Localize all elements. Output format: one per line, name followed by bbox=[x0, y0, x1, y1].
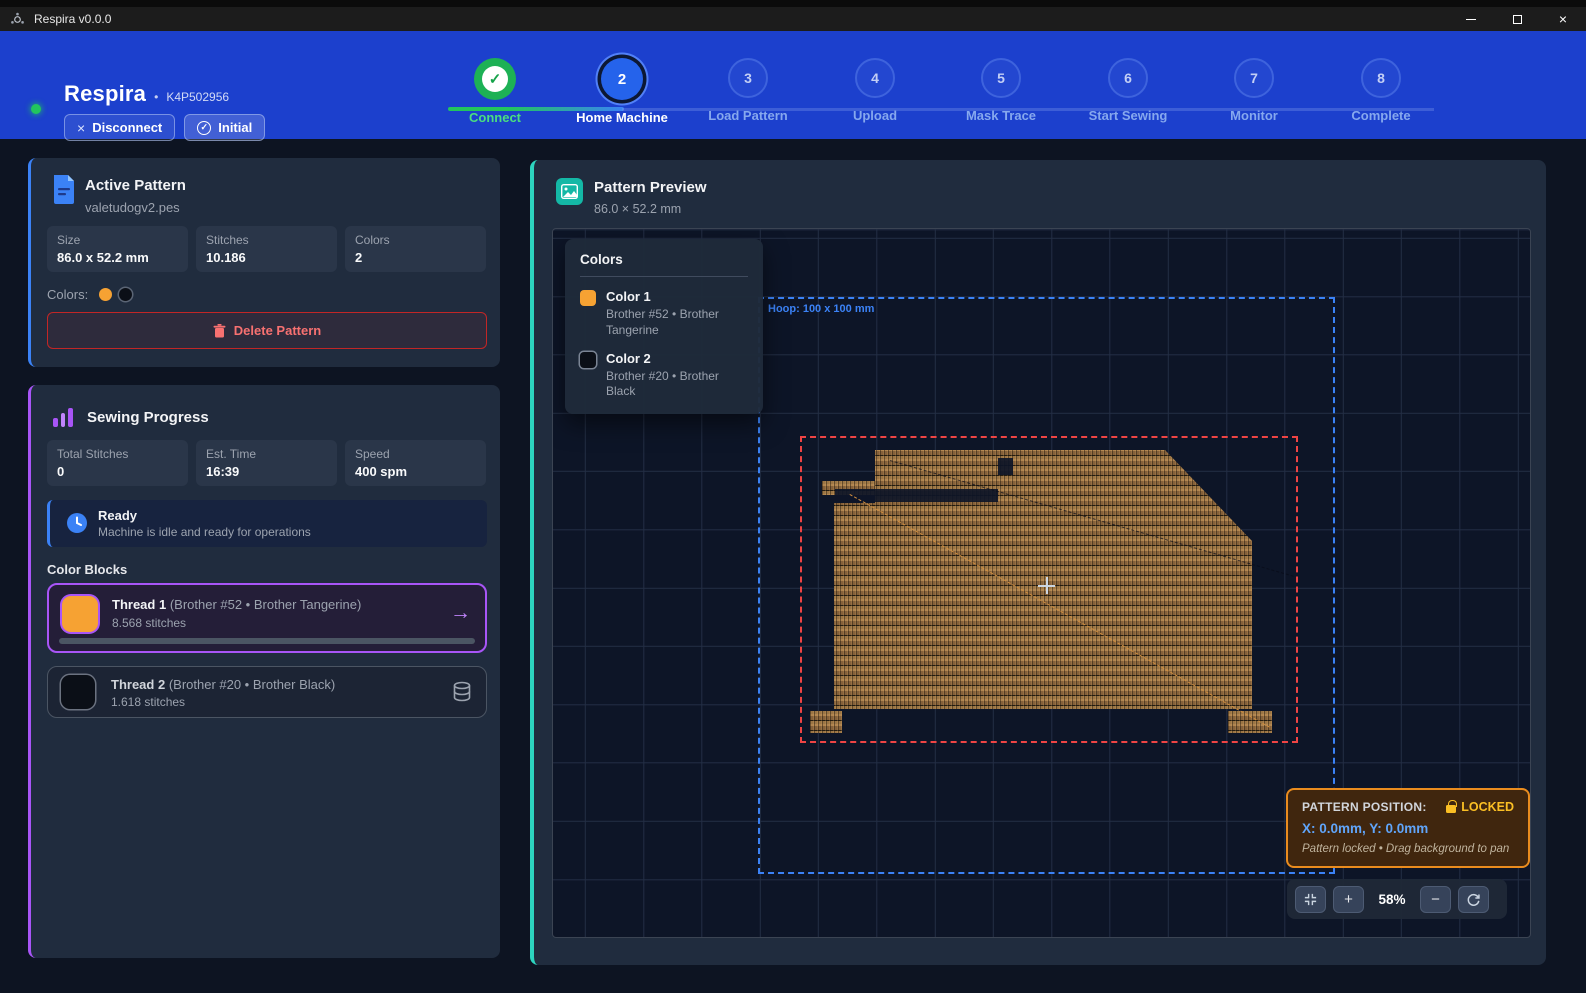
layers-stack-icon bbox=[452, 681, 472, 703]
thread-name: Thread 1 bbox=[112, 597, 166, 612]
thread-stitch-count: 1.618 stitches bbox=[111, 695, 185, 709]
refresh-icon bbox=[1466, 892, 1481, 907]
lock-icon bbox=[1446, 805, 1456, 813]
legend-item-color1: Color 1 Brother #52 • Brother Tangerine bbox=[580, 289, 748, 339]
card-title: Active Pattern bbox=[85, 177, 186, 194]
stat-total-stitches: Total Stitches 0 bbox=[47, 440, 188, 486]
color-swatch-black bbox=[119, 288, 132, 301]
position-coordinates: X: 0.0mm, Y: 0.0mm bbox=[1302, 821, 1514, 836]
zoom-out-button[interactable]: − bbox=[1420, 886, 1451, 913]
status-title: Ready bbox=[98, 508, 137, 523]
close-button[interactable]: × bbox=[1540, 7, 1586, 31]
bar-chart-icon bbox=[53, 407, 75, 427]
stat-speed: Speed 400 spm bbox=[345, 440, 486, 486]
titlebar: Respira v0.0.0 × bbox=[0, 7, 1586, 31]
maximize-button[interactable] bbox=[1494, 7, 1540, 31]
thread-1-swatch bbox=[62, 596, 98, 632]
reset-view-button[interactable] bbox=[1458, 886, 1489, 913]
active-pattern-card: Active Pattern valetudogv2.pes Size 86.0… bbox=[28, 158, 500, 367]
step-mask-trace[interactable]: 5 Mask Trace bbox=[941, 58, 1061, 123]
step-circle: 6 bbox=[1108, 58, 1148, 98]
stat-colors: Colors 2 bbox=[345, 226, 486, 272]
step-complete[interactable]: 8 Complete bbox=[1321, 58, 1441, 123]
trash-icon bbox=[213, 324, 226, 338]
step-circle: 5 bbox=[981, 58, 1021, 98]
preview-canvas[interactable]: Hoop: 100 x 100 mm Colors Color 1 Brothe… bbox=[552, 228, 1531, 938]
close-icon: × bbox=[1559, 12, 1567, 26]
step-home-machine[interactable]: 2 Home Machine bbox=[562, 58, 682, 125]
workflow-stepper: ✓ Connect 2 Home Machine 3 Load Pattern … bbox=[0, 31, 1586, 139]
minimize-button[interactable] bbox=[1448, 7, 1494, 31]
zoom-toolbar: + 58% − bbox=[1287, 879, 1507, 919]
stat-est-time: Est. Time 16:39 bbox=[196, 440, 337, 486]
stat-size: Size 86.0 x 52.2 mm bbox=[47, 226, 188, 272]
fit-to-screen-icon bbox=[1303, 892, 1318, 907]
minimize-icon bbox=[1466, 19, 1476, 20]
step-active-circle: 2 bbox=[601, 58, 643, 100]
card-title: Pattern Preview bbox=[594, 179, 707, 196]
zoom-in-button[interactable]: + bbox=[1333, 886, 1364, 913]
locked-badge: LOCKED bbox=[1446, 800, 1514, 814]
step-circle: 3 bbox=[728, 58, 768, 98]
check-icon: ✓ bbox=[482, 66, 508, 92]
arrow-right-icon: → bbox=[450, 601, 471, 625]
position-label: PATTERN POSITION: bbox=[1302, 800, 1427, 814]
zoom-level: 58% bbox=[1371, 892, 1413, 907]
fit-to-screen-button[interactable] bbox=[1295, 886, 1326, 913]
clock-icon bbox=[66, 512, 88, 534]
maximize-icon bbox=[1513, 15, 1522, 24]
thread-2-row[interactable]: Thread 2 (Brother #20 • Brother Black) 1… bbox=[47, 666, 487, 718]
step-load-pattern[interactable]: 3 Load Pattern bbox=[688, 58, 808, 123]
delete-pattern-button[interactable]: Delete Pattern bbox=[47, 312, 487, 349]
step-start-sewing[interactable]: 6 Start Sewing bbox=[1068, 58, 1188, 123]
hoop-label: Hoop: 100 x 100 mm bbox=[768, 303, 874, 315]
pattern-position-overlay: PATTERN POSITION: LOCKED X: 0.0mm, Y: 0.… bbox=[1286, 788, 1530, 868]
legend-item-color2: Color 2 Brother #20 • Brother Black bbox=[580, 351, 748, 401]
legend-swatch-orange bbox=[580, 290, 596, 306]
minus-icon: − bbox=[1431, 891, 1440, 908]
thread-1-row[interactable]: Thread 1 (Brother #52 • Brother Tangerin… bbox=[47, 583, 487, 653]
background-window-sliver bbox=[0, 0, 1586, 7]
sewing-progress-card: Sewing Progress Total Stitches 0 Est. Ti… bbox=[28, 385, 500, 958]
thread-name: Thread 2 bbox=[111, 677, 165, 692]
thread-2-swatch bbox=[61, 675, 95, 709]
step-connect[interactable]: ✓ Connect bbox=[435, 58, 555, 125]
colors-label: Colors: bbox=[47, 287, 88, 302]
color-blocks-label: Color Blocks bbox=[47, 562, 127, 577]
color-swatch-orange bbox=[99, 288, 112, 301]
stat-stitches: Stitches 10.186 bbox=[196, 226, 337, 272]
image-icon bbox=[556, 178, 583, 205]
pattern-preview-card: Pattern Preview 86.0 × 52.2 mm Hoop: 100… bbox=[530, 160, 1546, 965]
step-circle: 4 bbox=[855, 58, 895, 98]
colors-legend-panel: Colors Color 1 Brother #52 • Brother Tan… bbox=[565, 239, 763, 414]
step-upload[interactable]: 4 Upload bbox=[815, 58, 935, 123]
legend-swatch-black bbox=[580, 352, 596, 368]
pattern-filename: valetudogv2.pes bbox=[85, 200, 180, 215]
thread-progress-bar bbox=[59, 638, 475, 644]
window-title: Respira v0.0.0 bbox=[34, 12, 111, 26]
step-circle: 8 bbox=[1361, 58, 1401, 98]
step-monitor[interactable]: 7 Monitor bbox=[1194, 58, 1314, 123]
center-crosshair bbox=[1038, 577, 1055, 594]
preview-dimensions: 86.0 × 52.2 mm bbox=[594, 202, 681, 216]
card-title: Sewing Progress bbox=[87, 409, 209, 426]
app-icon bbox=[10, 12, 25, 27]
thread-detail: (Brother #52 • Brother Tangerine) bbox=[170, 597, 361, 612]
step-done-circle: ✓ bbox=[474, 58, 516, 100]
position-hint: Pattern locked • Drag background to pan bbox=[1302, 843, 1514, 855]
thread-stitch-count: 8.568 stitches bbox=[112, 616, 186, 630]
step-circle: 7 bbox=[1234, 58, 1274, 98]
document-icon bbox=[51, 174, 77, 205]
status-description: Machine is idle and ready for operations bbox=[98, 525, 311, 539]
thread-detail: (Brother #20 • Brother Black) bbox=[169, 677, 335, 692]
plus-icon: + bbox=[1344, 891, 1353, 908]
machine-status-banner: Ready Machine is idle and ready for oper… bbox=[47, 500, 487, 547]
legend-title: Colors bbox=[580, 252, 748, 277]
